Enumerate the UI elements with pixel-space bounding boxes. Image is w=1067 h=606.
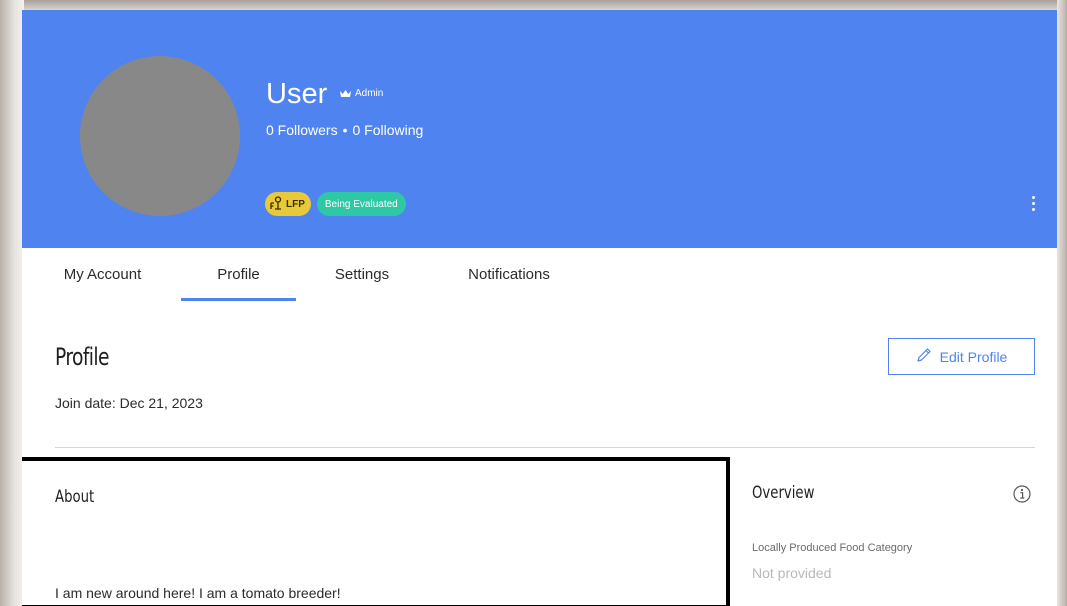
crown-icon — [340, 90, 351, 98]
follow-stats: 0 Followers • 0 Following — [266, 120, 423, 140]
background-frame-left — [0, 0, 24, 606]
active-tab-indicator — [181, 298, 296, 301]
tab-profile[interactable]: Profile — [181, 248, 296, 302]
lfp-badge: LFP — [265, 192, 311, 216]
profile-cover: User Admin 0 Followers • 0 Following LFP… — [22, 10, 1057, 248]
user-name: User — [266, 78, 328, 110]
pencil-icon — [916, 347, 932, 366]
overview-heading: Overview — [752, 483, 815, 503]
about-heading: About — [55, 487, 95, 507]
follow-separator: • — [342, 122, 348, 138]
role-label: Admin — [355, 88, 384, 99]
vertical-ellipsis-icon[interactable] — [1026, 192, 1040, 214]
about-section: About I am new around here! I am a tomat… — [22, 457, 730, 606]
background-frame-right — [1057, 0, 1067, 606]
section-divider — [55, 447, 1035, 448]
tab-settings[interactable]: Settings — [322, 248, 402, 302]
background-frame-top — [0, 0, 1067, 10]
profile-page: User Admin 0 Followers • 0 Following LFP… — [22, 10, 1057, 606]
category-label: Locally Produced Food Category — [752, 542, 913, 554]
following-count[interactable]: 0 Following — [353, 120, 424, 140]
edit-profile-label: Edit Profile — [939, 348, 1008, 365]
info-icon[interactable] — [1012, 484, 1032, 504]
lfp-badge-label: LFP — [286, 198, 305, 210]
followers-count[interactable]: 0 Followers — [266, 120, 338, 140]
category-value: Not provided — [752, 565, 832, 581]
join-date: Join date: Dec 21, 2023 — [55, 395, 203, 411]
tab-my-account[interactable]: My Account — [55, 248, 150, 302]
tab-notifications[interactable]: Notifications — [450, 248, 568, 302]
edit-profile-button[interactable]: Edit Profile — [888, 338, 1035, 375]
admin-role-tag: Admin — [340, 87, 383, 101]
about-text: I am new around here! I am a tomato bree… — [55, 585, 341, 601]
avatar[interactable] — [80, 56, 240, 216]
badge-row: LFP Being Evaluated — [265, 192, 406, 216]
page-title: Profile — [55, 343, 109, 371]
lfp-icon — [270, 195, 283, 213]
profile-tabs: My Account Profile Settings Notification… — [22, 248, 1057, 302]
status-badge: Being Evaluated — [316, 192, 406, 216]
